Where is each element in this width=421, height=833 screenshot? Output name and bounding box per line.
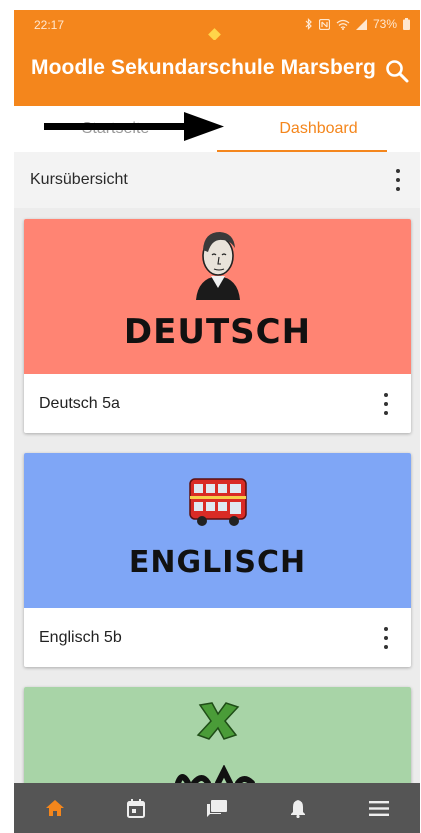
more-vert-icon[interactable] <box>383 393 389 415</box>
notification-dot-icon <box>208 28 221 41</box>
search-icon[interactable] <box>384 58 410 84</box>
nav-notifications[interactable] <box>257 783 338 833</box>
course-card[interactable]: DEUTSCH Deutsch 5a <box>24 219 411 433</box>
menu-icon <box>368 800 389 816</box>
course-banner[interactable]: DEUTSCH <box>24 219 411 374</box>
more-vert-icon[interactable] <box>383 627 389 649</box>
bluetooth-icon <box>305 18 312 30</box>
wifi-icon <box>336 19 350 30</box>
signal-icon <box>355 18 367 30</box>
course-name: Deutsch 5a <box>39 395 120 412</box>
arrow-annotation-icon <box>44 112 224 141</box>
banner-lettering-fragment <box>175 765 255 785</box>
status-icons: 73% <box>305 17 410 31</box>
bottom-navigation <box>14 783 420 833</box>
course-banner-title: DEUTSCH <box>123 312 312 352</box>
course-card-footer: Deutsch 5a <box>24 374 411 433</box>
messages-icon <box>206 799 227 817</box>
nav-messages[interactable] <box>176 783 257 833</box>
nav-menu[interactable] <box>338 783 419 833</box>
section-title: Kursübersicht <box>30 171 128 188</box>
status-time: 22:17 <box>34 18 65 32</box>
home-icon <box>45 800 64 816</box>
app-bar: Moodle Sekundarschule Marsberg <box>14 40 420 106</box>
course-banner[interactable]: ENGLISCH <box>24 453 411 608</box>
app-title: Moodle Sekundarschule Marsberg <box>31 56 376 79</box>
course-card[interactable]: ENGLISCH Englisch 5b <box>24 453 411 667</box>
app-screen: 22:17 73% Moodle Sekundarschule Marsberg… <box>14 10 420 833</box>
battery-icon <box>403 18 410 30</box>
nfc-icon <box>318 18 330 30</box>
bell-icon <box>290 799 305 818</box>
course-name: Englisch 5b <box>39 629 122 646</box>
math-cross-icon <box>196 702 240 740</box>
calendar-icon <box>126 798 145 818</box>
course-card-footer: Englisch 5b <box>24 608 411 667</box>
status-bar: 22:17 73% <box>14 10 420 41</box>
course-banner-title: ENGLISCH <box>128 545 307 580</box>
nav-calendar[interactable] <box>95 783 176 833</box>
more-vert-icon[interactable] <box>395 169 401 191</box>
course-overview-header: Kursübersicht <box>14 152 420 208</box>
battery-percent: 73% <box>372 17 397 31</box>
portrait-image-icon <box>196 232 240 300</box>
nav-home[interactable] <box>14 783 95 833</box>
double-decker-bus-icon <box>189 478 247 526</box>
tab-dashboard[interactable]: Dashboard <box>217 106 420 152</box>
tab-label: Dashboard <box>279 120 358 137</box>
